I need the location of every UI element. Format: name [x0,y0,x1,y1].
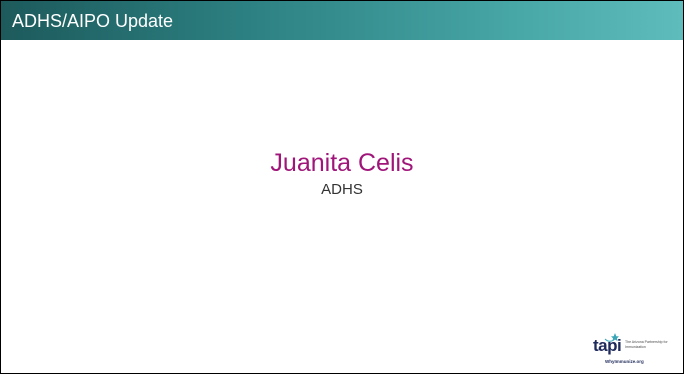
presenter-block: Juanita Celis ADHS [1,148,683,199]
slide-title: ADHS/AIPO Update [12,11,174,31]
logo-tagline: The Arizona Partnership for Immunization [625,340,668,349]
logo-url: WhyImmunize.org [605,359,644,364]
presenter-organization: ADHS [321,181,363,198]
header-bar: ADHS/AIPO Update [1,1,683,40]
tapi-logo: tapi The Arizona Partnership for Immuniz… [593,330,675,367]
presenter-name: Juanita Celis [270,149,414,177]
slide: ADHS/AIPO Update Juanita Celis ADHS tapi… [0,0,684,374]
logo-wordmark: tapi [593,336,622,355]
